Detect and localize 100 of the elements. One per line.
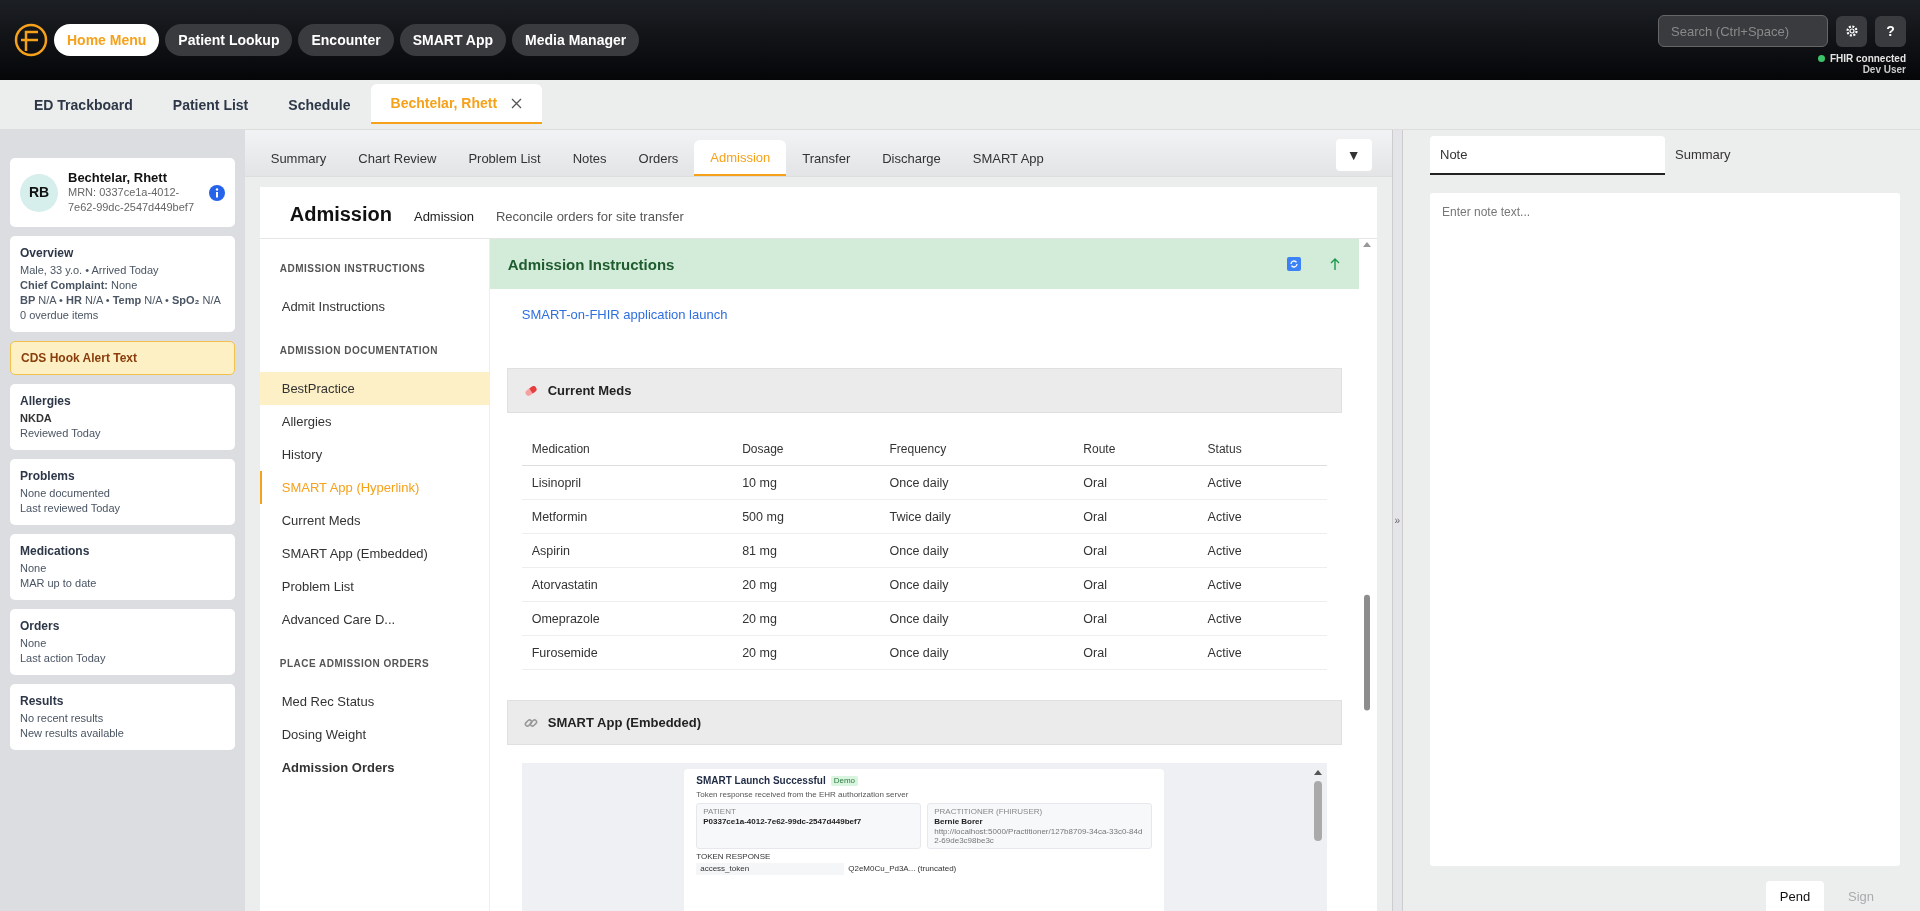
table-cell: Omeprazole [521,601,733,636]
nav-button[interactable]: Patient Lookup [165,24,293,56]
connection-status: FHIR connected [1829,53,1906,64]
section-title: SMART App (Embedded) [547,715,702,730]
refresh-icon[interactable] [1286,257,1301,271]
launch-link[interactable]: SMART-on-FHIR application launch [521,307,1327,322]
column-header: Frequency [879,433,1074,466]
table-cell: 20 mg [732,635,880,670]
settings-button[interactable] [1836,15,1867,47]
activity-tab[interactable]: Chart Review [342,140,453,176]
patient-name: Bechtelar, Rhett [68,170,168,185]
activity-tab[interactable]: Discharge [866,140,957,176]
overview-line: Male, 33 y.o. • Arrived Today [20,263,160,278]
activity-tab[interactable]: Problem List [452,140,557,176]
workspace-tab[interactable]: Patient List [152,86,269,124]
nav-button[interactable]: Media Manager [512,24,640,56]
overview-line: 0 overdue items [20,308,100,323]
nav-item[interactable]: Admit Instructions [259,290,489,323]
action-button[interactable]: Pend [1766,881,1824,911]
note-field[interactable]: Enter note text... [1430,193,1900,866]
table-cell: Oral [1073,533,1198,568]
table-cell: Once daily [879,635,1074,670]
table-cell: Atorvastatin [521,567,733,602]
activity-tab[interactable]: Orders [622,140,695,176]
alert-banner[interactable]: CDS Hook Alert Text [10,341,235,375]
box-label: PATIENT [703,807,737,817]
summary-card[interactable]: Problems None documented Last reviewed Today [10,459,235,525]
table-cell: 20 mg [732,601,880,636]
nav-heading: ADMISSION INSTRUCTIONS [278,263,427,274]
summary-card[interactable]: Orders None Last action Today [10,609,235,675]
nav-item[interactable]: Dosing Weight [259,718,489,751]
nav-item[interactable]: History [259,438,489,471]
nav-heading: ADMISSION DOCUMENTATION [278,345,440,356]
settings-icon [1844,24,1859,38]
close-icon[interactable] [511,97,523,109]
activity-tab[interactable]: Transfer [786,140,867,176]
card-note: Last reviewed Today [20,501,122,516]
card-value: NKDA [20,411,53,426]
table-cell: Oral [1073,567,1198,602]
token-heading: TOKEN RESPONSE [696,852,772,862]
info-icon[interactable] [208,184,225,201]
nav-item[interactable]: Allergies [259,405,489,438]
table-cell: Metformin [521,499,733,534]
card-value: None [20,636,48,651]
nav-item[interactable]: SMART App (Embedded) [259,537,489,570]
box-label: PRACTITIONER (FHIRUSER) [934,807,1044,817]
table-cell: Oral [1073,635,1198,670]
demo-badge: Demo [830,776,859,786]
panel-tab[interactable]: Summary [1665,136,1900,176]
nav-item[interactable]: Current Meds [259,504,489,537]
nav-item[interactable]: Advanced Care D... [259,603,489,636]
table-cell: Oral [1073,601,1198,636]
table-cell: Lisinopril [521,465,733,500]
more-tabs-button[interactable]: ▼ [1335,139,1372,171]
card-title: Overview [20,246,75,261]
table-cell: Active [1197,567,1327,602]
nav-item[interactable]: BestPractice [259,372,489,405]
nav-item[interactable]: Admission Orders [259,751,489,784]
column-header: Route [1073,433,1198,466]
help-button[interactable]: ? [1875,15,1906,47]
table-cell: Once daily [879,567,1074,602]
arrow-up-icon[interactable] [1328,257,1341,271]
table-cell: Once daily [879,465,1074,500]
column-header: Status [1197,433,1327,466]
summary-card[interactable]: Allergies NKDA Reviewed Today [10,384,235,450]
summary-card[interactable]: Medications None MAR up to date [10,534,235,600]
table-cell: Oral [1073,465,1198,500]
table-cell: Active [1197,601,1327,636]
page-subtitle: Reconcile orders for site transfer [495,209,684,224]
patient-mrn: MRN: 0337ce1a-4012-7e62-99dc-2547d449bef7 [68,185,195,215]
nav-item[interactable]: Med Rec Status [259,685,489,718]
page-title: Admission [289,203,392,226]
nav-button[interactable]: SMART App [399,24,507,56]
practitioner-name: Bernie Borer [934,817,984,827]
overview-line: Chief Complaint: None [20,278,139,293]
nav-button[interactable]: Encounter [298,24,394,56]
table-cell: 81 mg [732,533,880,568]
patient-id: P0337ce1a-4012-7e62-99dc-2547d449bef7 [703,817,863,827]
table-cell: Active [1197,499,1327,534]
card-title: Results [20,694,65,709]
practitioner-url: http://localhost:5000/Practitioner/127b8709-34ca-33c0-84d2-69de3c98be3c [934,827,1144,845]
status-dot-icon [1817,55,1825,62]
workspace-tab[interactable]: ED Trackboard [14,86,153,124]
nav-item[interactable]: Problem List [259,570,489,603]
activity-tab[interactable]: Summary [254,140,343,176]
section-title: Current Meds [547,383,632,398]
summary-card[interactable]: Results No recent results New results available [10,684,235,750]
search-field[interactable]: Search (Ctrl+Space) [1658,15,1828,47]
workspace-tab[interactable]: Schedule [268,86,371,124]
table-cell: 500 mg [732,499,880,534]
panel-splitter[interactable]: » [1391,130,1403,911]
table-cell: Active [1197,635,1327,670]
panel-tab[interactable]: Note [1430,136,1665,176]
activity-tab[interactable]: SMART App [956,140,1060,176]
app-title: SMART Launch Successful [696,775,826,787]
activity-tab[interactable]: Notes [556,140,623,176]
column-header: Medication [521,433,733,466]
table-cell: Twice daily [879,499,1074,534]
table-cell: Once daily [879,601,1074,636]
table-cell: Active [1197,533,1327,568]
